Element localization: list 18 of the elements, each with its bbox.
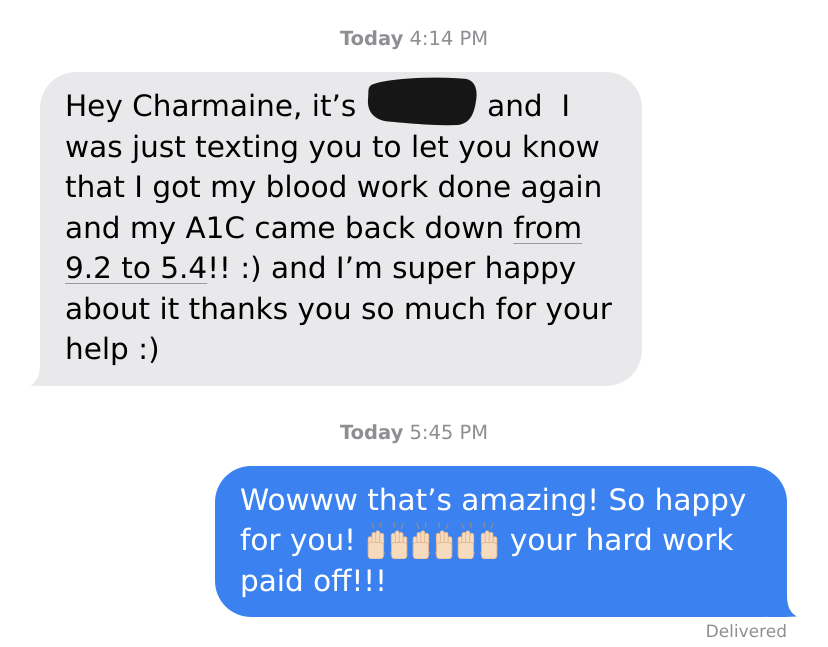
raised-hands-icon [455,522,500,559]
message-text: paid off!!! [240,562,387,600]
message-text: was just texting you to let you know [65,128,600,166]
message-text: that I got my blood work done again [65,169,602,206]
timestamp: Today 4:14 PM [340,27,488,51]
message-text: and my A1C came back down from [65,210,582,246]
message-text: your hard work [510,522,734,559]
raised-hands-icon [365,522,410,559]
message-text: and I [487,88,570,125]
message-text: Wowww that’s amazing! So happy [240,482,746,518]
timestamp: Today 5:45 PM [340,420,488,444]
message-text: for you! [240,522,356,559]
message-text: Hey Charmaine, it’s [65,88,356,125]
message-text: 9.2 to 5.4!! :) and I’m super happy [65,250,576,287]
message-text: help :) [65,331,160,368]
message-text: about it thanks you so much for your [65,290,612,328]
delivery-status: Delivered [706,621,787,643]
raised-hands-icon [410,522,456,559]
